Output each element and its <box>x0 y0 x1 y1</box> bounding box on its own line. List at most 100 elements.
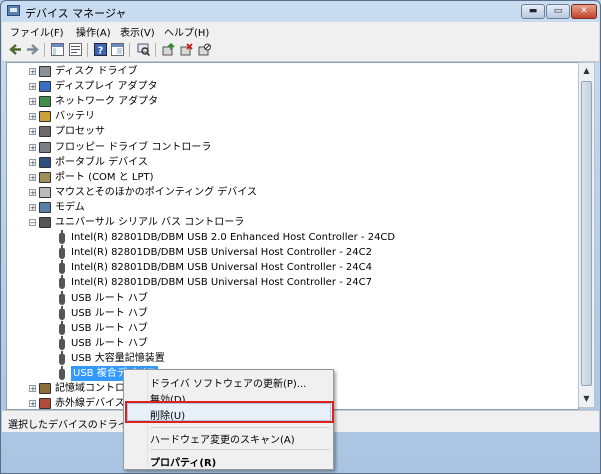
tree-category-label: ユニバーサル シリアル バス コントローラ <box>55 217 245 228</box>
tree-category-row[interactable]: + ディスプレイ アダプタ <box>7 79 578 94</box>
tree-category-label: モデム <box>55 201 85 213</box>
toolbar-separator <box>44 43 45 57</box>
disk-drive-icon <box>39 66 51 77</box>
modem-icon <box>39 201 51 213</box>
usb-device-label: USB ルート ハブ <box>71 307 148 319</box>
update-driver-icon[interactable] <box>162 43 175 56</box>
usb-device-icon <box>59 230 65 245</box>
usb-device-icon <box>59 260 65 275</box>
tree-category-row[interactable]: + プロセッサ <box>7 124 578 139</box>
usb-device-row[interactable]: USB ルート ハブ <box>7 320 578 336</box>
expand-collapse-icon[interactable]: + <box>29 128 36 136</box>
tree-category-label: ポート (COM と LPT) <box>55 171 154 183</box>
disable-icon[interactable] <box>198 43 211 56</box>
usb-device-icon <box>59 245 65 260</box>
tree-category-row[interactable]: + ネットワーク アダプタ <box>7 94 578 109</box>
tree-category-row[interactable]: + フロッピー ドライブ コントローラ <box>7 140 578 155</box>
usb-device-icon <box>59 335 65 350</box>
menu-view[interactable]: 表示(V) <box>120 24 155 39</box>
infrared-device-icon <box>39 398 51 409</box>
toolbar-separator <box>129 43 130 57</box>
context-menu: ドライバ ソフトウェアの更新(P)... 無効(D) 削除(U) ハードウェア変… <box>123 369 334 470</box>
expand-collapse-icon[interactable]: + <box>29 158 36 166</box>
usb-device-label: Intel(R) 82801DB/DBM USB 2.0 Enhanced Ho… <box>71 232 396 244</box>
uninstall-icon[interactable] <box>180 43 193 56</box>
expand-collapse-icon[interactable]: + <box>29 98 36 106</box>
tree-category-row[interactable]: + ディスク ドライブ <box>7 64 578 79</box>
tree-category-label: ディスク ドライブ <box>55 66 138 77</box>
tree-category-row[interactable]: + バッテリ <box>7 109 578 124</box>
expand-collapse-icon[interactable]: + <box>29 143 36 151</box>
usb-device-row[interactable]: USB ルート ハブ <box>7 290 578 306</box>
tree-category-label: マウスとそのほかのポインティング デバイス <box>55 186 257 198</box>
back-icon[interactable] <box>9 43 22 56</box>
usb-device-row[interactable]: USB 大容量記憶装置 <box>7 350 578 366</box>
console-tree-icon[interactable] <box>51 43 64 56</box>
expand-collapse-icon[interactable]: + <box>29 385 36 393</box>
usb-device-icon <box>59 305 65 320</box>
highlight-box <box>125 401 334 423</box>
menu-bar: ファイル(F) 操作(A) 表示(V) ヘルプ(H) <box>2 22 599 39</box>
expand-collapse-icon[interactable]: + <box>29 68 36 76</box>
toolbar-separator <box>87 43 88 57</box>
display-adapter-icon <box>39 81 51 93</box>
menu-separator <box>150 427 330 428</box>
usb-device-row[interactable]: USB ルート ハブ <box>7 335 578 351</box>
tree-category-row[interactable]: + ポート (COM と LPT) <box>7 170 578 185</box>
scroll-up-arrow-icon[interactable]: ▲ <box>581 65 592 77</box>
expand-collapse-icon[interactable]: + <box>29 400 36 408</box>
device-tree[interactable]: + ディスク ドライブ + ディスプレイ アダプタ + ネットワーク アダプタ + バッテリ +… <box>6 62 579 410</box>
svg-text:?: ? <box>98 46 104 57</box>
tree-category-row[interactable]: + モデム <box>7 200 578 215</box>
view-icon[interactable] <box>111 43 124 56</box>
tree-category-label: フロッピー ドライブ コントローラ <box>55 141 212 153</box>
processor-icon <box>39 126 51 138</box>
properties-menu-item[interactable]: プロパティ(R) <box>150 454 216 469</box>
network-adapter-icon <box>39 96 51 108</box>
menu-separator <box>150 449 330 450</box>
tree-category-label: 赤外線デバイス <box>55 398 125 410</box>
expand-collapse-icon[interactable]: − <box>29 219 36 227</box>
forward-icon[interactable] <box>26 43 39 56</box>
scan-hardware-menu-item[interactable]: ハードウェア変更のスキャン(A) <box>150 431 295 446</box>
maximize-button[interactable]: ▭ <box>546 4 570 19</box>
toolbar: ? <box>2 39 599 62</box>
tree-category-label: ディスプレイ アダプタ <box>55 81 158 93</box>
usb-device-row[interactable]: Intel(R) 82801DB/DBM USB Universal Host … <box>7 275 578 290</box>
status-text: 選択したデバイスのドライバ <box>8 420 138 431</box>
scan-icon[interactable] <box>137 43 150 56</box>
tree-category-row[interactable]: + ポータブル デバイス <box>7 155 578 170</box>
window-title: デバイス マネージャ <box>25 7 127 20</box>
title-bar[interactable]: デバイス マネージャ ▬ ▭ ✕ <box>1 1 600 21</box>
close-button[interactable]: ✕ <box>571 4 597 19</box>
expand-collapse-icon[interactable]: + <box>29 173 36 181</box>
scrollbar-thumb[interactable] <box>581 81 592 386</box>
expand-collapse-icon[interactable]: + <box>29 203 36 211</box>
expand-collapse-icon[interactable]: + <box>29 113 36 121</box>
usb-device-label: Intel(R) 82801DB/DBM USB Universal Host … <box>71 262 372 274</box>
usb-device-row[interactable]: Intel(R) 82801DB/DBM USB Universal Host … <box>7 245 578 260</box>
tree-category-row[interactable]: + マウスとそのほかのポインティング デバイス <box>7 185 578 200</box>
usb-device-icon <box>59 290 65 305</box>
update-driver-menu-item[interactable]: ドライバ ソフトウェアの更新(P)... <box>150 375 306 390</box>
menu-file[interactable]: ファイル(F) <box>10 24 64 39</box>
usb-device-row[interactable]: USB ルート ハブ <box>7 305 578 321</box>
storage-controller-icon <box>39 383 51 395</box>
expand-collapse-icon[interactable]: + <box>29 188 36 196</box>
minimize-button[interactable]: ▬ <box>521 4 545 19</box>
menu-action[interactable]: 操作(A) <box>76 24 111 39</box>
help-icon[interactable]: ? <box>94 43 107 56</box>
usb-controller-icon <box>39 217 51 228</box>
vertical-scrollbar[interactable]: ▲ ▼ <box>578 62 595 408</box>
usb-device-label: USB 大容量記憶装置 <box>71 352 165 364</box>
usb-device-row[interactable]: Intel(R) 82801DB/DBM USB 2.0 Enhanced Ho… <box>7 230 578 245</box>
menu-help[interactable]: ヘルプ(H) <box>164 24 209 39</box>
usb-device-label: Intel(R) 82801DB/DBM USB Universal Host … <box>71 247 372 259</box>
expand-collapse-icon[interactable]: + <box>29 83 36 91</box>
properties-icon[interactable] <box>69 43 82 56</box>
usb-device-row[interactable]: Intel(R) 82801DB/DBM USB Universal Host … <box>7 260 578 275</box>
usb-device-icon <box>59 366 65 380</box>
battery-icon <box>39 111 51 123</box>
tree-category-row[interactable]: − ユニバーサル シリアル バス コントローラ <box>7 215 578 230</box>
scroll-down-arrow-icon[interactable]: ▼ <box>581 393 592 405</box>
